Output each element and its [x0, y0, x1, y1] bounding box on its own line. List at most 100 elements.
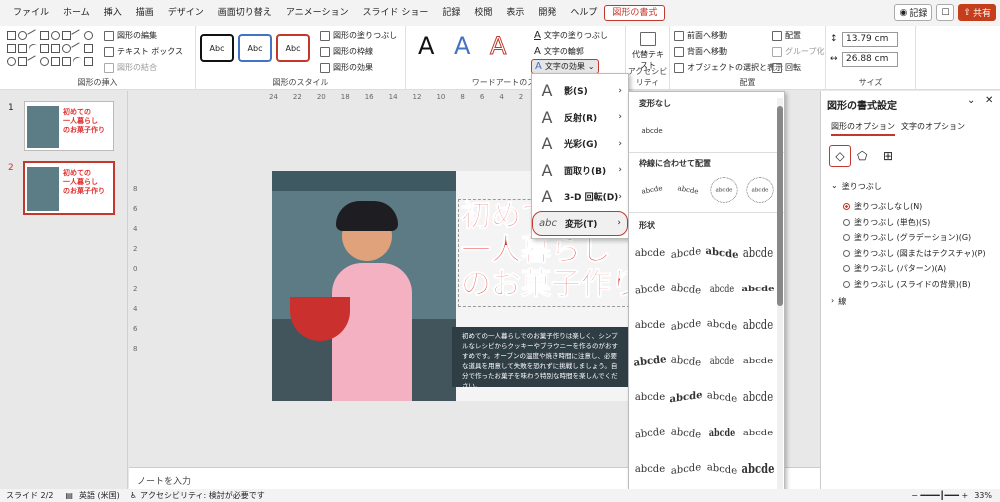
chevron-down-icon[interactable]: ⌄: [967, 95, 975, 106]
shape-fill-button[interactable]: 図形の塗りつぶし: [320, 30, 397, 41]
warp-style[interactable]: abcde: [669, 384, 703, 411]
text-effect-item[interactable]: A 面取り(B) ›: [532, 158, 628, 183]
radio-button[interactable]: [843, 265, 850, 272]
shape-icon[interactable]: [84, 44, 93, 53]
fill-option[interactable]: 塗りつぶしなし(N): [843, 201, 922, 212]
text-effects-button[interactable]: A 文字の効果 ⌄: [531, 59, 599, 74]
warp-style[interactable]: abcde: [741, 239, 775, 268]
warp-style[interactable]: abcde: [632, 420, 668, 445]
follow-path-style[interactable]: abcde: [710, 177, 738, 203]
warp-style[interactable]: abcde: [669, 456, 703, 483]
warp-style[interactable]: abcde: [633, 242, 667, 264]
menu-tab[interactable]: ヘルプ: [563, 6, 604, 20]
spellcheck-icon[interactable]: ▤: [65, 491, 73, 500]
menu-tab[interactable]: 校閲: [467, 6, 499, 20]
shape-icon[interactable]: [84, 31, 93, 40]
menu-tab[interactable]: 表示: [499, 6, 531, 20]
text-outline-button[interactable]: A 文字の輪郭: [534, 46, 584, 57]
menu-tab[interactable]: 画面切り替え: [211, 6, 279, 20]
gallery-scroll-thumb[interactable]: [777, 106, 783, 306]
shape-effects-button[interactable]: 図形の効果: [320, 62, 373, 73]
accessibility-status[interactable]: アクセシビリティ: 検討が必要です: [140, 490, 265, 501]
warp-style[interactable]: abcde: [669, 312, 703, 339]
bring-forward-button[interactable]: 前面へ移動: [674, 30, 727, 41]
warp-style[interactable]: abcde: [668, 348, 704, 373]
fill-option[interactable]: 塗りつぶし (パターン)(A): [843, 263, 946, 274]
shape-icon[interactable]: [18, 31, 27, 40]
wordart-style-black[interactable]: A: [418, 32, 434, 60]
shape-icon[interactable]: [71, 42, 84, 55]
radio-button[interactable]: [843, 249, 850, 257]
text-box-button[interactable]: テキスト ボックス: [104, 46, 183, 57]
record-button[interactable]: ◉ 記録: [894, 4, 933, 21]
shape-style-2[interactable]: Abc: [238, 34, 272, 62]
shapes-gallery[interactable]: [6, 29, 98, 74]
text-effect-item[interactable]: A 3-D 回転(D) ›: [532, 184, 628, 209]
size-properties-icon[interactable]: ⊞: [883, 149, 893, 163]
warp-style[interactable]: abcde: [633, 386, 667, 408]
warp-style[interactable]: abcde: [741, 281, 775, 296]
text-effect-item[interactable]: A 影(S) ›: [532, 78, 628, 103]
tab-shape-options[interactable]: 図形のオプション: [831, 121, 895, 136]
follow-path-style[interactable]: abcde: [632, 171, 671, 208]
fill-option[interactable]: 塗りつぶし (図またはテクスチャ)(P): [843, 248, 986, 259]
shape-icon[interactable]: [40, 57, 49, 66]
align-button[interactable]: 配置: [772, 30, 801, 41]
share-button[interactable]: ⇧ 共有: [958, 4, 996, 21]
fill-option[interactable]: 塗りつぶし (スライドの背景)(B): [843, 279, 971, 290]
shape-icon[interactable]: [27, 29, 40, 42]
language[interactable]: 英語 (米国): [79, 490, 120, 501]
text-effect-item[interactable]: abc 変形(T) ›: [532, 210, 628, 236]
slide-thumbnail-1[interactable]: 初めての 一人暮らし のお菓子作り: [24, 101, 114, 151]
shape-icon[interactable]: [71, 55, 84, 68]
follow-path-style[interactable]: abcde: [746, 177, 774, 203]
menu-tab[interactable]: 図形の書式: [604, 5, 666, 21]
radio-button[interactable]: [843, 280, 850, 288]
shape-icon[interactable]: [18, 57, 27, 66]
warp-style[interactable]: abcde: [741, 311, 775, 340]
shape-icon[interactable]: [7, 57, 16, 66]
menu-tab[interactable]: 記録: [435, 6, 467, 20]
edit-shape-button[interactable]: 図形の編集: [104, 30, 157, 41]
wordart-style-blue[interactable]: A: [454, 32, 470, 60]
menu-tab[interactable]: ホーム: [56, 6, 97, 20]
effects-pentagon-icon[interactable]: ⬠: [857, 149, 867, 163]
zoom-level[interactable]: 33%: [974, 491, 992, 500]
rotate-button[interactable]: 回転: [772, 62, 801, 73]
gallery-scrollbar[interactable]: [777, 98, 783, 498]
menu-tab[interactable]: スライド ショー: [355, 6, 435, 20]
fill-section-header[interactable]: ⌄ 塗りつぶし: [831, 181, 882, 192]
warp-style[interactable]: abcde: [741, 353, 775, 368]
menu-tab[interactable]: ファイル: [6, 6, 56, 20]
menu-tab[interactable]: アニメーション: [279, 6, 356, 20]
warp-style[interactable]: abcde: [741, 455, 775, 484]
shape-icon[interactable]: [51, 57, 60, 66]
radio-button[interactable]: [843, 218, 850, 226]
shape-icon[interactable]: [18, 44, 27, 53]
text-fill-button[interactable]: A 文字の塗りつぶし: [534, 30, 608, 41]
shape-icon[interactable]: [62, 31, 71, 40]
shape-style-1[interactable]: Abc: [200, 34, 234, 62]
menu-tab[interactable]: 開発: [531, 6, 563, 20]
fill-option[interactable]: 塗りつぶし (単色)(S): [843, 217, 930, 228]
menu-tab[interactable]: 挿入: [97, 6, 129, 20]
warp-style[interactable]: abcde: [669, 240, 703, 267]
send-backward-button[interactable]: 背面へ移動: [674, 46, 727, 57]
width-input[interactable]: 26.88 cm: [842, 52, 898, 67]
shape-icon[interactable]: [40, 31, 49, 40]
height-input[interactable]: 13.79 cm: [842, 32, 898, 47]
warp-style[interactable]: abcde: [708, 350, 735, 372]
group-button[interactable]: グループ化: [772, 46, 825, 57]
shape-icon[interactable]: [62, 57, 71, 66]
warp-style[interactable]: abcde: [668, 276, 704, 301]
warp-style[interactable]: abcde: [668, 420, 704, 445]
warp-style[interactable]: abcde: [708, 422, 735, 444]
text-effect-item[interactable]: A 反射(R) ›: [532, 105, 628, 130]
wordart-style-outline[interactable]: A: [489, 32, 506, 61]
zoom-slider[interactable]: − ━━━━┃━━━ +: [911, 491, 968, 500]
warp-style[interactable]: abcde: [741, 383, 775, 412]
fill-option[interactable]: 塗りつぶし (グラデーション)(G): [843, 232, 971, 243]
shape-icon[interactable]: [51, 31, 60, 40]
shape-icon[interactable]: [71, 29, 84, 42]
warp-style[interactable]: abcde: [632, 276, 668, 301]
